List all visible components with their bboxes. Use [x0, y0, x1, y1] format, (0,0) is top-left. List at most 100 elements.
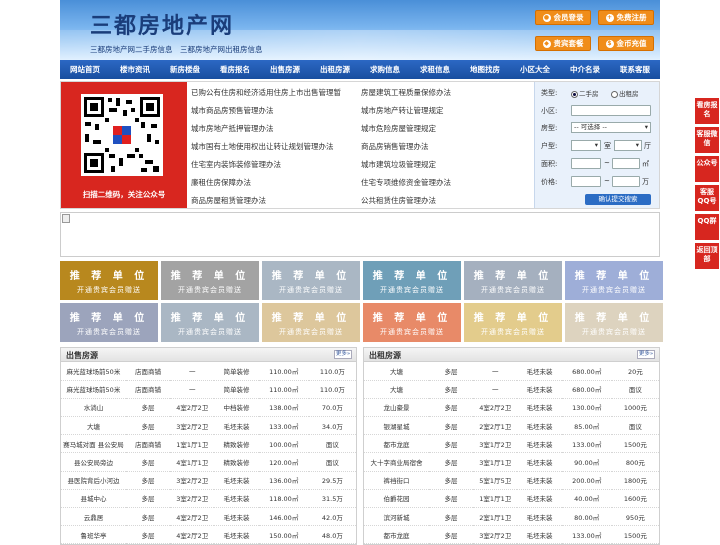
sale-more-button[interactable]: 更多»: [334, 350, 352, 359]
site-logo[interactable]: 三都房地产网: [90, 8, 234, 40]
table-cell[interactable]: 水淌山: [61, 398, 126, 418]
policy-link[interactable]: 商品房屋租赁管理办法: [191, 192, 361, 210]
table-cell[interactable]: 伯爵花园: [364, 489, 429, 509]
table-row[interactable]: 赛马城对面 县公安局 店面商铺 1室1厅1卫 精致装修 100.00㎡ 面议: [61, 434, 356, 454]
nav-item[interactable]: 求购信息: [360, 60, 410, 79]
nav-item[interactable]: 出租房源: [310, 60, 360, 79]
login-button[interactable]: ● 会员登录: [535, 10, 591, 25]
policy-link[interactable]: 城市建筑垃圾管理规定: [361, 156, 531, 174]
sidebar-float-button[interactable]: QQ群: [695, 214, 719, 240]
recommended-unit-ad[interactable]: 推 荐 单 位开通贵宾会员赠送: [464, 303, 562, 342]
register-button[interactable]: + 免费注册: [598, 10, 654, 25]
table-row[interactable]: 麻光蓝球场前50米 店面商铺一简单装修 110.00㎡ 110.0万: [61, 380, 356, 399]
table-cell[interactable]: 大塘: [364, 362, 429, 381]
policy-link[interactable]: 城市房地产转让管理规定: [361, 102, 531, 120]
table-row[interactable]: 裤裆街口 多层 5室1厅5卫 毛坯未装 200.00㎡ 1800元: [364, 471, 659, 490]
table-row[interactable]: 都市龙庭 多层 3室1厅2卫 毛坯未装 133.00㎡ 1500元: [364, 434, 659, 454]
nav-item[interactable]: 楼市资讯: [110, 60, 160, 79]
policy-link[interactable]: 商品房销售管理办法: [361, 138, 531, 156]
nav-item[interactable]: 求租信息: [410, 60, 460, 79]
recommended-unit-ad[interactable]: 推 荐 单 位开通贵宾会员赠送: [262, 303, 360, 342]
sidebar-float-button[interactable]: 公众号: [695, 156, 719, 182]
table-cell[interactable]: 县公安局旁边: [61, 452, 126, 472]
policy-link[interactable]: 住宅室内装饰装修管理办法: [191, 156, 361, 174]
table-cell[interactable]: 银湖星城: [364, 416, 429, 436]
table-cell[interactable]: 大塘: [364, 380, 429, 399]
table-cell[interactable]: 裤裆街口: [364, 471, 429, 490]
table-row[interactable]: 都市龙庭 多层 3室2厅2卫 毛坯未装 133.00㎡ 1500元: [364, 525, 659, 545]
recommended-unit-ad[interactable]: 推 荐 单 位开通贵宾会员赠送: [60, 303, 158, 342]
recommended-unit-ad[interactable]: 推 荐 单 位开通贵宾会员赠送: [565, 303, 663, 342]
recommended-unit-ad[interactable]: 推 荐 单 位开通贵宾会员赠送: [363, 261, 461, 300]
policy-link[interactable]: 公共租赁住房管理办法: [361, 192, 531, 210]
nav-item[interactable]: 地图找房: [460, 60, 510, 79]
table-row[interactable]: 县医院背后小河边 多层 3室2厅2卫 毛坯未装 136.00㎡ 29.5万: [61, 471, 356, 490]
table-row[interactable]: 麻光蓝球场前50米 店面商铺一简单装修 110.00㎡ 110.0万: [61, 362, 356, 381]
sidebar-float-button[interactable]: 客服QQ号: [695, 185, 719, 211]
table-row[interactable]: 龙山豪景 多层 4室2厅2卫 毛坯未装 130.00㎡ 1000元: [364, 398, 659, 418]
table-row[interactable]: 银湖星城 多层 2室2厅1卫 毛坯未装 85.00㎡ 面议: [364, 416, 659, 436]
table-row[interactable]: 伯爵花园 多层 1室1厅1卫 毛坯未装 40.00㎡ 1600元: [364, 489, 659, 509]
table-row[interactable]: 县城中心 多层 3室2厅2卫 毛坯未装 118.00㎡ 31.5万: [61, 489, 356, 509]
table-cell[interactable]: 赛马城对面 县公安局: [61, 434, 126, 454]
area-max-input[interactable]: [612, 158, 640, 169]
radio-rent[interactable]: 出租房: [611, 88, 639, 98]
price-min-input[interactable]: [571, 176, 601, 187]
recommended-unit-ad[interactable]: 推 荐 单 位开通贵宾会员赠送: [262, 261, 360, 300]
nav-item[interactable]: 网站首页: [60, 60, 110, 79]
radio-sale[interactable]: 二手房: [571, 88, 599, 98]
sidebar-float-button[interactable]: 客服微信: [695, 127, 719, 153]
hall-select[interactable]: ▾: [614, 140, 642, 151]
search-submit-button[interactable]: 确认提交搜索: [585, 194, 651, 205]
table-row[interactable]: 大塘 多层 3室2厅2卫 毛坯未装 133.00㎡ 34.0万: [61, 416, 356, 436]
policy-link[interactable]: 已购公有住房和经济适用住房上市出售管理暂: [191, 84, 361, 102]
table-row[interactable]: 云鼎居 多层 4室2厅2卫 毛坯未装 146.00㎡ 42.0万: [61, 507, 356, 527]
sidebar-float-button[interactable]: 返回顶部: [695, 243, 719, 269]
room-select[interactable]: ▾: [571, 140, 601, 151]
policy-link[interactable]: 廉租住房保障办法: [191, 174, 361, 192]
price-max-input[interactable]: [612, 176, 640, 187]
table-row[interactable]: 滨河新城 多层 2室1厅1卫 毛坯未装 80.00㎡ 950元: [364, 507, 659, 527]
recommended-unit-ad[interactable]: 推 荐 单 位开通贵宾会员赠送: [363, 303, 461, 342]
sidebar-float-button[interactable]: 看房报名: [695, 98, 719, 124]
recharge-button[interactable]: $ 金币充值: [598, 36, 654, 51]
table-row[interactable]: 鲁班华亭 多层 4室2厅2卫 毛坯未装 150.00㎡ 48.0万: [61, 525, 356, 545]
district-input[interactable]: [571, 105, 651, 116]
table-cell[interactable]: 滨河新城: [364, 507, 429, 527]
policy-link[interactable]: 住宅专项维修资金管理办法: [361, 174, 531, 192]
policy-link[interactable]: 城市房地产抵押管理办法: [191, 120, 361, 138]
table-cell[interactable]: 县医院背后小河边: [61, 471, 126, 490]
policy-link[interactable]: 房屋建筑工程质量保修办法: [361, 84, 531, 102]
nav-item[interactable]: 看房报名: [210, 60, 260, 79]
nav-item[interactable]: 小区大全: [510, 60, 560, 79]
recommended-unit-ad[interactable]: 推 荐 单 位开通贵宾会员赠送: [464, 261, 562, 300]
vip-package-button[interactable]: ◆ 贵宾套餐: [535, 36, 591, 51]
housetype-select[interactable]: -- 可选择 -- ▾: [571, 122, 651, 133]
rent-more-button[interactable]: 更多»: [637, 350, 655, 359]
nav-item[interactable]: 联系客服: [610, 60, 660, 79]
recommended-unit-ad[interactable]: 推 荐 单 位开通贵宾会员赠送: [565, 261, 663, 300]
area-min-input[interactable]: [571, 158, 601, 169]
table-cell[interactable]: 大十字商业局宿舍: [364, 452, 429, 472]
recommended-unit-ad[interactable]: 推 荐 单 位开通贵宾会员赠送: [161, 303, 259, 342]
policy-link[interactable]: 城市商品房预售管理办法: [191, 102, 361, 120]
table-cell[interactable]: 都市龙庭: [364, 525, 429, 545]
table-cell[interactable]: 大塘: [61, 416, 126, 436]
table-row[interactable]: 水淌山 多层 4室2厅2卫 中档装修 138.00㎡ 70.0万: [61, 398, 356, 418]
recommended-unit-ad[interactable]: 推 荐 单 位开通贵宾会员赠送: [161, 261, 259, 300]
table-cell[interactable]: 县城中心: [61, 489, 126, 509]
table-row[interactable]: 大十字商业局宿舍 多层 3室1厅1卫 毛坯未装 90.00㎡ 800元: [364, 452, 659, 472]
policy-link[interactable]: 城市危险房屋管理规定: [361, 120, 531, 138]
nav-item[interactable]: 新房楼盘: [160, 60, 210, 79]
policy-link[interactable]: 城市国有土地使用权出让转让规划管理办法: [191, 138, 361, 156]
table-cell[interactable]: 都市龙庭: [364, 434, 429, 454]
table-cell[interactable]: 麻光蓝球场前50米: [61, 362, 126, 381]
table-row[interactable]: 大塘 多层一毛坯未装 680.00㎡ 面议: [364, 380, 659, 399]
nav-item[interactable]: 中介名录: [560, 60, 610, 79]
table-row[interactable]: 大塘 多层一毛坯未装 680.00㎡ 20元: [364, 362, 659, 381]
table-cell[interactable]: 麻光蓝球场前50米: [61, 380, 126, 399]
table-cell[interactable]: 鲁班华亭: [61, 525, 126, 545]
banner-ad[interactable]: [60, 212, 660, 257]
nav-item[interactable]: 出售房源: [260, 60, 310, 79]
table-cell[interactable]: 云鼎居: [61, 507, 126, 527]
